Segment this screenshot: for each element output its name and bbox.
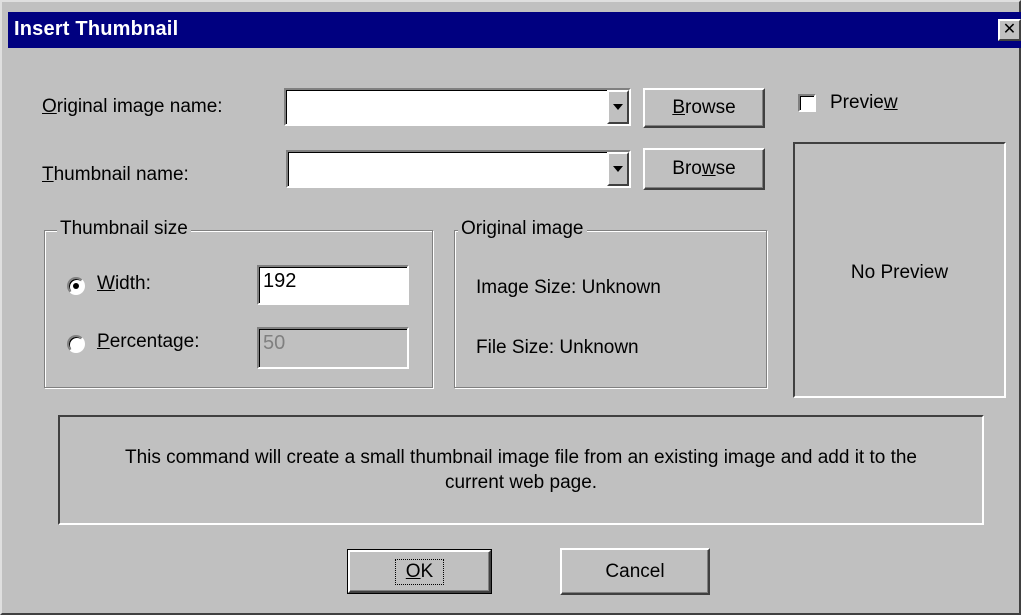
percentage-radio[interactable] bbox=[67, 335, 85, 353]
browse-original-button[interactable]: Browse bbox=[643, 88, 765, 128]
title-bar[interactable]: Insert Thumbnail ✕ bbox=[8, 12, 1021, 48]
description-panel: This command will create a small thumbna… bbox=[58, 415, 984, 525]
description-line-1: This command will create a small thumbna… bbox=[124, 447, 918, 468]
thumbnail-size-group: Thumbnail size Width: 192 Percentage: 50 bbox=[44, 218, 433, 388]
no-preview-text: No Preview bbox=[850, 262, 949, 283]
cancel-button[interactable]: Cancel bbox=[560, 548, 710, 595]
thumbnail-mnemonic: T bbox=[42, 164, 54, 185]
width-input[interactable]: 192 bbox=[257, 265, 409, 305]
thumbnail-name-label: Thumbnail name: bbox=[42, 164, 189, 186]
thumbnail-dropdown-button[interactable] bbox=[607, 152, 629, 186]
close-icon: ✕ bbox=[1002, 21, 1017, 38]
original-image-group-title: Original image bbox=[458, 218, 587, 240]
ok-label: OK bbox=[394, 558, 445, 585]
percentage-value: 50 bbox=[263, 332, 286, 354]
width-option-label[interactable]: Width: bbox=[97, 273, 151, 295]
description-line-2: current web page. bbox=[444, 472, 598, 493]
thumbnail-label-rest: humbnail name: bbox=[53, 164, 189, 185]
image-size-text: Image Size: Unknown bbox=[476, 277, 661, 298]
thumbnail-combobox[interactable] bbox=[286, 150, 631, 188]
chevron-down-icon bbox=[613, 166, 623, 172]
original-image-name-label: Original image name: bbox=[42, 96, 223, 118]
insert-thumbnail-dialog: Insert Thumbnail ✕ Original image name: … bbox=[0, 0, 1021, 615]
cancel-label: Cancel bbox=[605, 560, 665, 582]
preview-checkbox-label[interactable]: Preview bbox=[830, 92, 898, 114]
radio-dot-icon bbox=[73, 283, 79, 289]
chevron-down-icon bbox=[613, 104, 623, 110]
browse-original-label: Browse bbox=[672, 97, 736, 118]
original-image-dropdown-button[interactable] bbox=[607, 90, 629, 124]
original-image-combobox[interactable] bbox=[284, 88, 631, 126]
percentage-input[interactable]: 50 bbox=[257, 327, 409, 369]
original-image-mnemonic: O bbox=[42, 96, 57, 117]
width-value[interactable]: 192 bbox=[263, 270, 296, 293]
preview-checkbox[interactable] bbox=[798, 94, 816, 112]
browse-thumbnail-label: Browse bbox=[672, 158, 736, 179]
close-button[interactable]: ✕ bbox=[998, 19, 1021, 41]
window-title: Insert Thumbnail bbox=[14, 18, 179, 40]
file-size-text: File Size: Unknown bbox=[476, 337, 639, 358]
thumbnail-size-title: Thumbnail size bbox=[57, 218, 191, 240]
original-image-group: Original image Image Size: Unknown File … bbox=[454, 218, 767, 388]
preview-panel: No Preview bbox=[793, 142, 1006, 398]
percentage-option-label[interactable]: Percentage: bbox=[97, 331, 199, 353]
ok-button[interactable]: OK bbox=[347, 549, 492, 594]
original-image-label-rest: riginal image name: bbox=[56, 96, 223, 117]
width-radio[interactable] bbox=[67, 277, 85, 295]
browse-thumbnail-button[interactable]: Browse bbox=[643, 148, 765, 190]
